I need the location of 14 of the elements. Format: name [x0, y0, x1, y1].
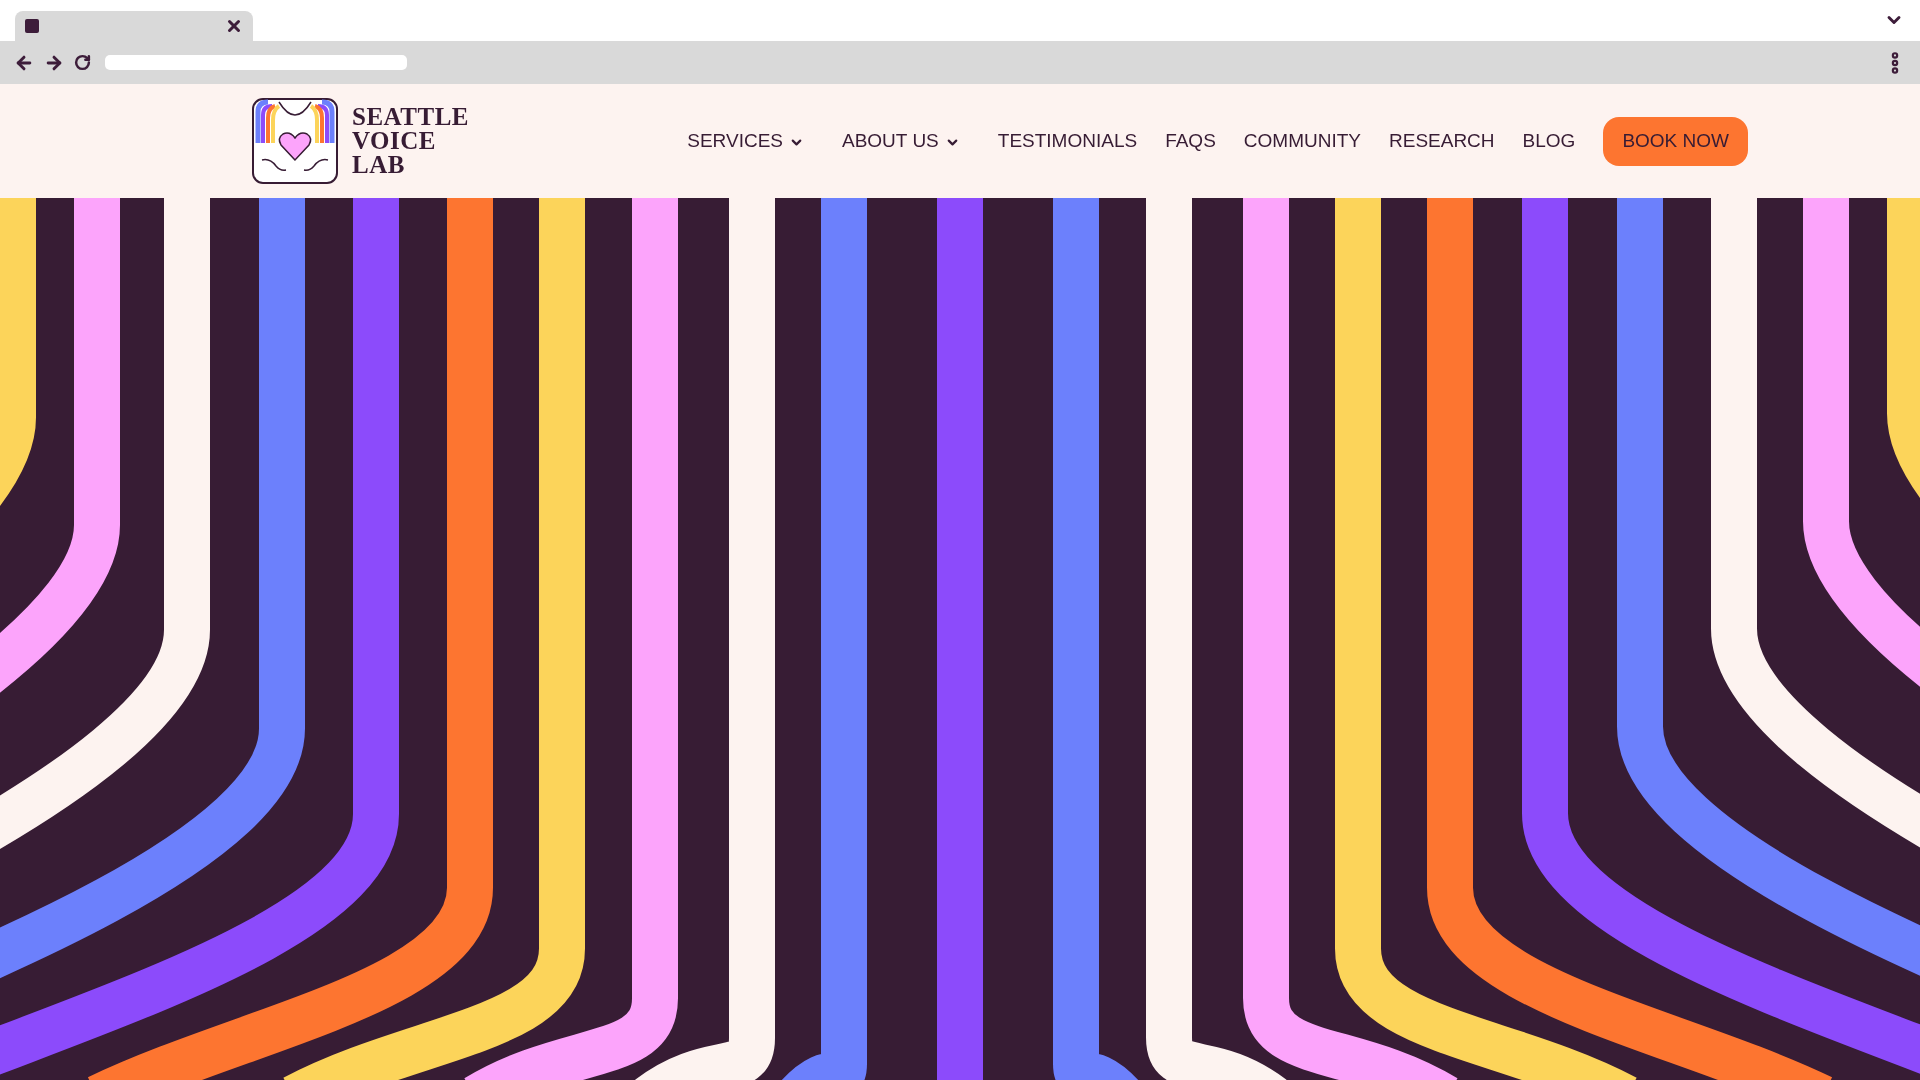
- logo-icon: [252, 98, 338, 184]
- nav-link[interactable]: SERVICES: [687, 126, 804, 156]
- book-now-button[interactable]: BOOK NOW: [1603, 116, 1748, 166]
- tab-favicon-icon: [25, 19, 39, 33]
- nav-link[interactable]: ABOUT US: [842, 126, 960, 156]
- nav-link[interactable]: TESTIMONIALS: [997, 126, 1138, 156]
- close-icon[interactable]: [225, 17, 243, 35]
- nav-link[interactable]: FAQS: [1165, 126, 1216, 156]
- reload-icon[interactable]: [74, 54, 91, 71]
- logo-wordmark: SEATTLE VOICE LAB: [352, 105, 469, 177]
- nav-link[interactable]: BLOG: [1522, 126, 1576, 156]
- browser-tab[interactable]: [15, 11, 253, 41]
- nav-link[interactable]: RESEARCH: [1389, 126, 1495, 156]
- nav-link[interactable]: COMMUNITY: [1243, 126, 1361, 156]
